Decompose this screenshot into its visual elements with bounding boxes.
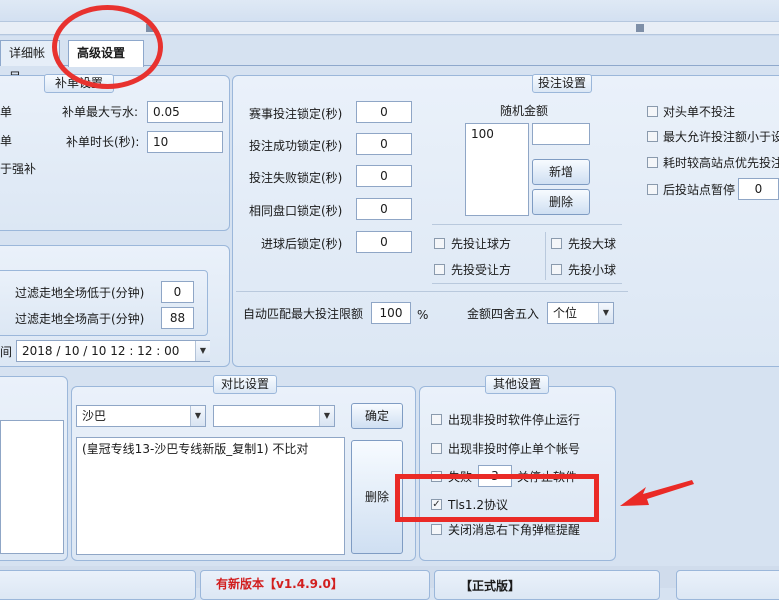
datetime-picker[interactable]: 2018 / 10 / 10 12 : 12 : 00 [16,340,210,362]
chevron-down-icon[interactable]: ▼ [190,406,205,426]
filter-above-label: 过滤走地全场高于(分钟) [15,312,145,326]
first-receive-label: 先投受让方 [451,263,512,277]
compare-select-2[interactable] [213,405,335,427]
max-allowed-bet-label: 最大允许投注额小于设 [663,130,779,144]
first-small-checkbox[interactable] [551,264,562,275]
time-label-fragment: 间 [0,345,13,359]
auto-limit-label: 自动匹配最大投注限额 [243,307,364,321]
other-settings-title: 其他设置 [485,375,549,394]
divider [432,224,622,225]
event-lock-label: 赛事投注锁定(秒) [249,107,343,121]
random-amount-list[interactable]: 100 [465,123,529,216]
bet-settings-title: 投注设置 [532,74,592,93]
rounding-value: 个位 [553,306,578,320]
filter-below-label: 过滤走地全场低于(分钟) [15,286,145,300]
first-big-checkbox[interactable] [551,238,562,249]
add-amount-button[interactable]: 新增 [532,159,590,185]
percent-sign: % [417,308,429,322]
datetime-value: 2018 / 10 / 10 12 : 12 : 00 [22,344,180,358]
goal-lock-input[interactable]: 0 [356,231,412,253]
max-allowed-bet-checkbox[interactable] [647,131,658,142]
supplement-option-fragment: 单 [0,105,13,119]
close-popup-checkbox[interactable] [431,524,442,535]
formal-version-label: 【正式版】 [460,579,521,593]
event-lock-input[interactable]: 0 [356,101,412,123]
divider [432,283,622,284]
duration-input[interactable]: 10 [147,131,223,153]
footer-panel [0,570,196,600]
close-popup-label: 关闭消息右下角弹框提醒 [448,523,581,537]
prefer-high-site-label: 耗时较高站点优先投注 [663,156,779,170]
compare-select-1[interactable]: 沙巴 [76,405,206,427]
duration-label: 补单时长(秒): [66,135,140,149]
first-give-label: 先投让球方 [451,237,512,251]
supplement-option-fragment: 于强补 [0,162,37,176]
supplement-option-fragment: 单 [0,134,13,148]
opponent-no-bet-checkbox[interactable] [647,106,658,117]
compare-list[interactable]: (皇冠专线13-沙巴专线新版_复制1) 不比对 [76,437,345,555]
compare-select-1-value: 沙巴 [82,409,107,423]
scroll-grip-icon [636,24,644,32]
annotation-arrow-icon [620,480,694,506]
new-version-label[interactable]: 有新版本【v1.4.9.0】 [216,576,343,592]
chevron-down-icon[interactable]: ▼ [195,341,210,361]
pause-site-input[interactable]: 0 [738,178,779,200]
pause-site-checkbox[interactable] [647,184,658,195]
delete-amount-button[interactable]: 删除 [532,189,590,215]
random-amount-input[interactable] [532,123,590,145]
list-box[interactable] [0,420,64,554]
rounding-label: 金额四舍五入 [467,307,540,321]
same-odds-lock-label: 相同盘口锁定(秒) [249,204,343,218]
first-receive-checkbox[interactable] [434,264,445,275]
fail-lock-input[interactable]: 0 [356,165,412,187]
first-give-checkbox[interactable] [434,238,445,249]
divider [236,291,628,292]
list-item[interactable]: 100 [471,127,494,141]
chevron-down-icon[interactable]: ▼ [319,406,334,426]
divider [545,232,546,280]
auto-limit-input[interactable]: 100 [371,302,411,324]
stop-account-checkbox[interactable] [431,443,442,454]
confirm-button[interactable]: 确定 [351,403,403,429]
list-item[interactable]: (皇冠专线13-沙巴专线新版_复制1) 不比对 [82,442,308,456]
annotation-circle [52,5,163,89]
success-lock-input[interactable]: 0 [356,133,412,155]
success-lock-label: 投注成功锁定(秒) [249,139,343,153]
opponent-no-bet-label: 对头单不投注 [663,105,736,119]
same-odds-lock-input[interactable]: 0 [356,198,412,220]
chevron-down-icon[interactable]: ▼ [598,303,613,323]
footer-panel [676,570,779,600]
random-amount-label: 随机金额 [500,104,549,118]
stop-software-checkbox[interactable] [431,414,442,425]
stop-account-label: 出现非投时停止单个帐号 [448,442,581,456]
filter-above-input[interactable]: 88 [161,307,194,329]
compare-settings-title: 对比设置 [213,375,277,394]
first-big-label: 先投大球 [568,237,617,251]
stop-software-label: 出现非投时软件停止运行 [448,413,581,427]
first-small-label: 先投小球 [568,263,617,277]
tab-detail-accounts[interactable]: 详细帐目 [0,40,60,84]
annotation-rectangle [395,474,599,522]
prefer-high-site-checkbox[interactable] [647,157,658,168]
filter-below-input[interactable]: 0 [161,281,194,303]
goal-lock-label: 进球后锁定(秒) [261,237,343,251]
max-loss-input[interactable]: 0.05 [147,101,223,123]
supplement-settings-group [0,75,230,231]
fail-lock-label: 投注失败锁定(秒) [249,171,343,185]
max-loss-label: 补单最大亏水: [62,105,139,119]
pause-site-label: 后投站点暂停 [663,183,736,197]
